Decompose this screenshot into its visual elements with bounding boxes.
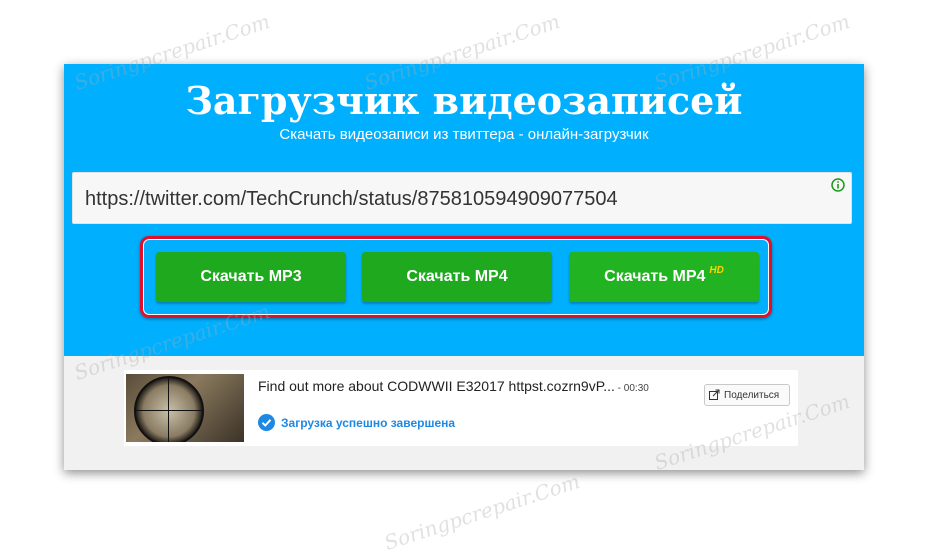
download-mp3-label: Скачать MP3 bbox=[200, 268, 302, 285]
result-title: Find out more about CODWWII E32017 https… bbox=[258, 378, 649, 394]
status-message: Загрузка успешно завершена bbox=[258, 414, 455, 431]
page-subtitle: Скачать видеозаписи из твиттера - онлайн… bbox=[279, 126, 649, 143]
hd-badge: HD bbox=[709, 265, 724, 276]
url-field-container bbox=[72, 172, 852, 224]
check-circle-icon bbox=[258, 414, 275, 431]
watermark: Soringpcrepair.Com bbox=[381, 469, 583, 555]
video-title: Find out more about CODWWII E32017 https… bbox=[258, 378, 615, 394]
url-input[interactable] bbox=[85, 185, 805, 213]
info-icon[interactable] bbox=[831, 178, 845, 192]
video-duration: - 00:30 bbox=[614, 383, 649, 394]
share-button[interactable]: Поделиться bbox=[704, 384, 790, 406]
share-label: Поделиться bbox=[724, 390, 780, 401]
hero-panel: Загрузчик видеозаписей Скачать видеозапи… bbox=[64, 64, 864, 356]
scope-image bbox=[134, 376, 204, 442]
page-title: Загрузчик видеозаписей bbox=[185, 78, 743, 123]
downloader-card: Загрузчик видеозаписей Скачать видеозапи… bbox=[64, 64, 864, 470]
video-thumbnail[interactable] bbox=[126, 374, 244, 442]
download-mp3-button[interactable]: Скачать MP3 bbox=[156, 252, 346, 302]
result-item: Find out more about CODWWII E32017 https… bbox=[124, 370, 798, 446]
download-mp4-button[interactable]: Скачать MP4 bbox=[362, 252, 552, 302]
download-mp4-hd-button[interactable]: Скачать MP4 HD bbox=[569, 252, 759, 302]
share-icon bbox=[709, 389, 720, 400]
status-text: Загрузка успешно завершена bbox=[281, 416, 456, 430]
download-mp4-hd-label: Скачать MP4 bbox=[604, 268, 706, 285]
download-mp4-label: Скачать MP4 bbox=[406, 268, 508, 285]
